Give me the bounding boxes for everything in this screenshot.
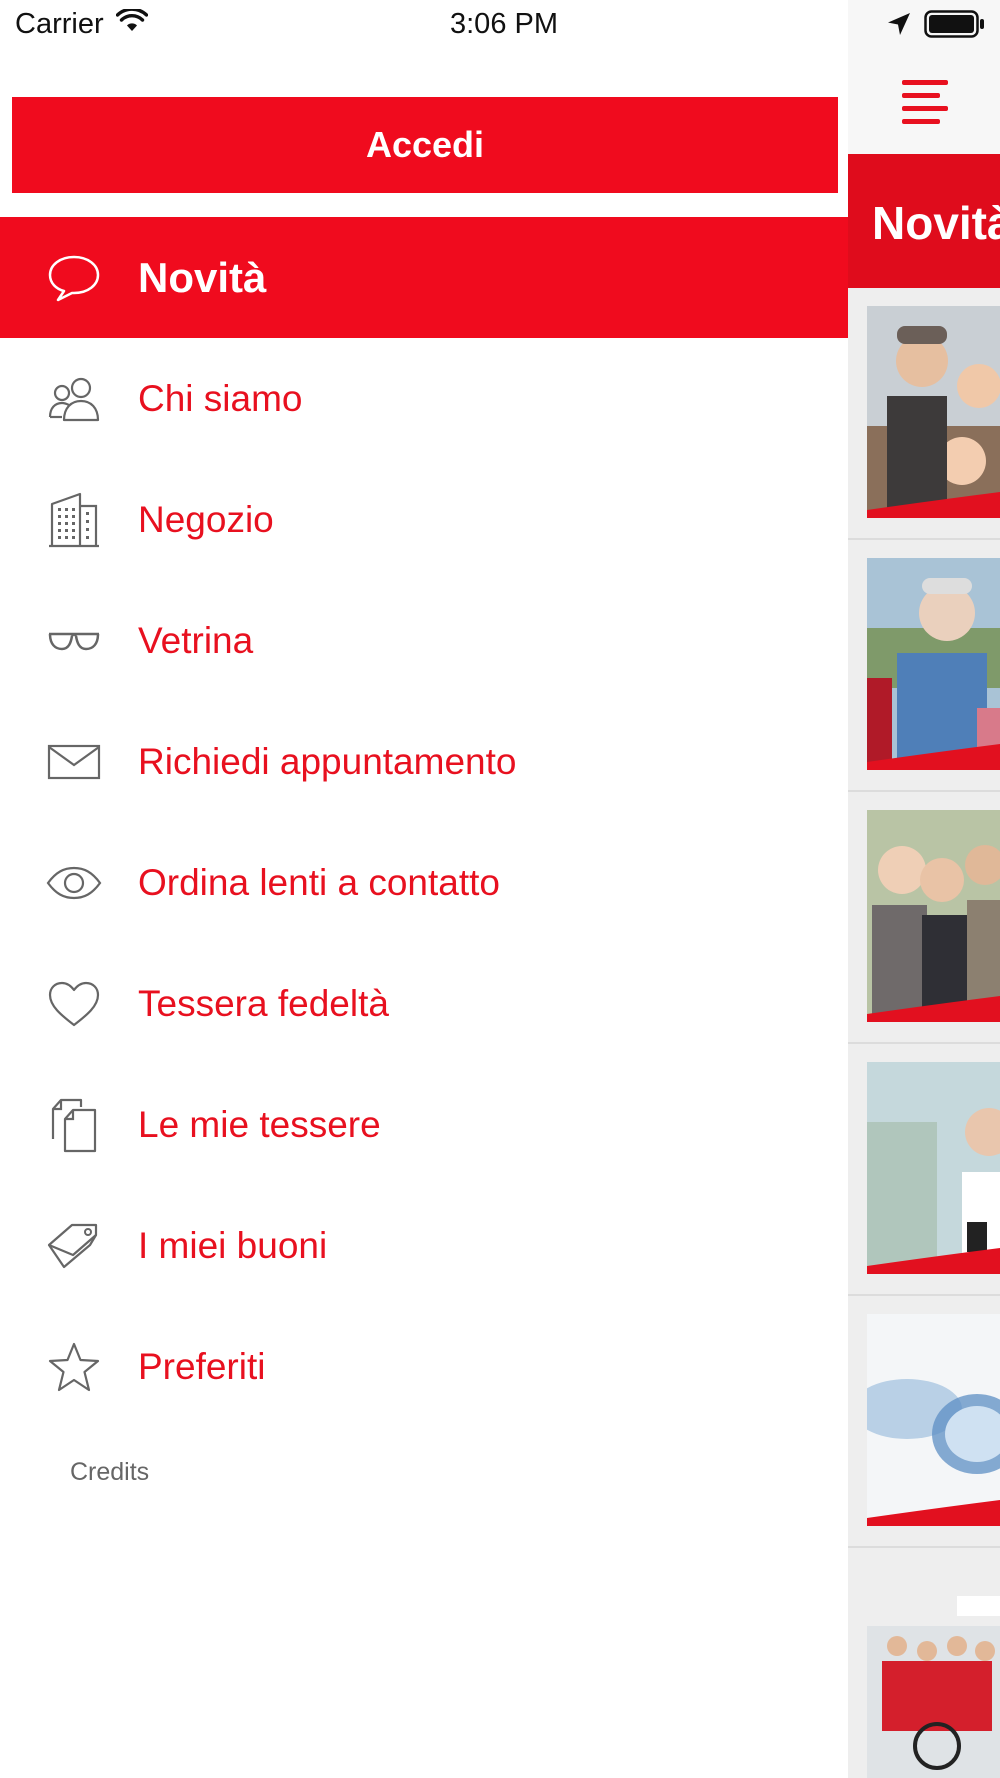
- star-icon: [45, 1338, 103, 1396]
- status-time: 3:06 PM: [450, 8, 558, 40]
- menu-item-label: Le mie tessere: [138, 1103, 381, 1145]
- family-photo[interactable]: [867, 306, 1000, 518]
- menu-item-label: I miei buoni: [138, 1224, 328, 1266]
- menu-item-chi-siamo[interactable]: Chi siamo: [0, 338, 848, 459]
- contact-lenses-photo[interactable]: [867, 1314, 1000, 1526]
- location-arrow-icon: [886, 11, 912, 42]
- friends-photo[interactable]: [867, 810, 1000, 1022]
- shop-team-photo[interactable]: [867, 1566, 1000, 1778]
- menu-item-novita[interactable]: Novità: [0, 217, 848, 338]
- eye-icon: [45, 854, 103, 912]
- menu-item-ordina-lenti[interactable]: Ordina lenti a contatto: [0, 822, 848, 943]
- menu-item-richiedi-appuntamento[interactable]: Richiedi appuntamento: [0, 701, 848, 822]
- news-content-panel: Novità: [848, 0, 1000, 1778]
- menu-item-label: Chi siamo: [138, 377, 303, 419]
- login-button[interactable]: Accedi: [12, 97, 838, 193]
- menu-item-negozio[interactable]: Negozio: [0, 459, 848, 580]
- glasses-icon: [45, 612, 103, 670]
- battery-icon: [924, 10, 986, 43]
- optician-photo[interactable]: [867, 1062, 1000, 1274]
- menu-item-le-mie-tessere[interactable]: Le mie tessere: [0, 1064, 848, 1185]
- envelope-icon: [45, 733, 103, 791]
- hikers-photo[interactable]: [867, 558, 1000, 770]
- hamburger-menu-icon[interactable]: [902, 80, 952, 131]
- news-item[interactable]: [848, 1296, 1000, 1548]
- drawer-menu: Novità Chi siamo Negozio Vetrina Richied…: [0, 217, 848, 1427]
- menu-item-tessera-fedelta[interactable]: Tessera fedeltà: [0, 943, 848, 1064]
- people-icon: [45, 370, 103, 428]
- menu-item-vetrina[interactable]: Vetrina: [0, 580, 848, 701]
- menu-item-label: Richiedi appuntamento: [138, 740, 517, 782]
- menu-item-label: Ordina lenti a contatto: [138, 861, 500, 903]
- news-list: [848, 288, 1000, 1778]
- content-header: Novità: [848, 154, 1000, 288]
- menu-item-label: Preferiti: [138, 1345, 266, 1387]
- app-screen: Carrier 3:06 PM Novità Accedi Novità Chi…: [0, 0, 1000, 1778]
- menu-item-i-miei-buoni[interactable]: I miei buoni: [0, 1185, 848, 1306]
- building-icon: [45, 491, 103, 549]
- speech-bubble-icon: [45, 249, 103, 307]
- side-drawer: Accedi Novità Chi siamo Negozio Vetrina …: [0, 0, 848, 1778]
- menu-item-label: Vetrina: [138, 619, 254, 661]
- status-bar: Carrier 3:06 PM: [0, 0, 1000, 50]
- tags-icon: [45, 1217, 103, 1275]
- news-item[interactable]: [848, 288, 1000, 540]
- news-item[interactable]: [848, 540, 1000, 792]
- news-item[interactable]: [848, 792, 1000, 1044]
- news-item[interactable]: [848, 1548, 1000, 1778]
- content-header-title: Novità: [872, 197, 1000, 249]
- menu-item-label: Tessera fedeltà: [138, 982, 389, 1024]
- menu-item-label: Negozio: [138, 498, 274, 540]
- menu-item-label: Novità: [138, 253, 267, 301]
- news-item[interactable]: [848, 1044, 1000, 1296]
- menu-item-preferiti[interactable]: Preferiti: [0, 1306, 848, 1427]
- heart-icon: [45, 975, 103, 1033]
- cards-icon: [45, 1096, 103, 1154]
- credits-link[interactable]: Credits: [70, 1458, 149, 1487]
